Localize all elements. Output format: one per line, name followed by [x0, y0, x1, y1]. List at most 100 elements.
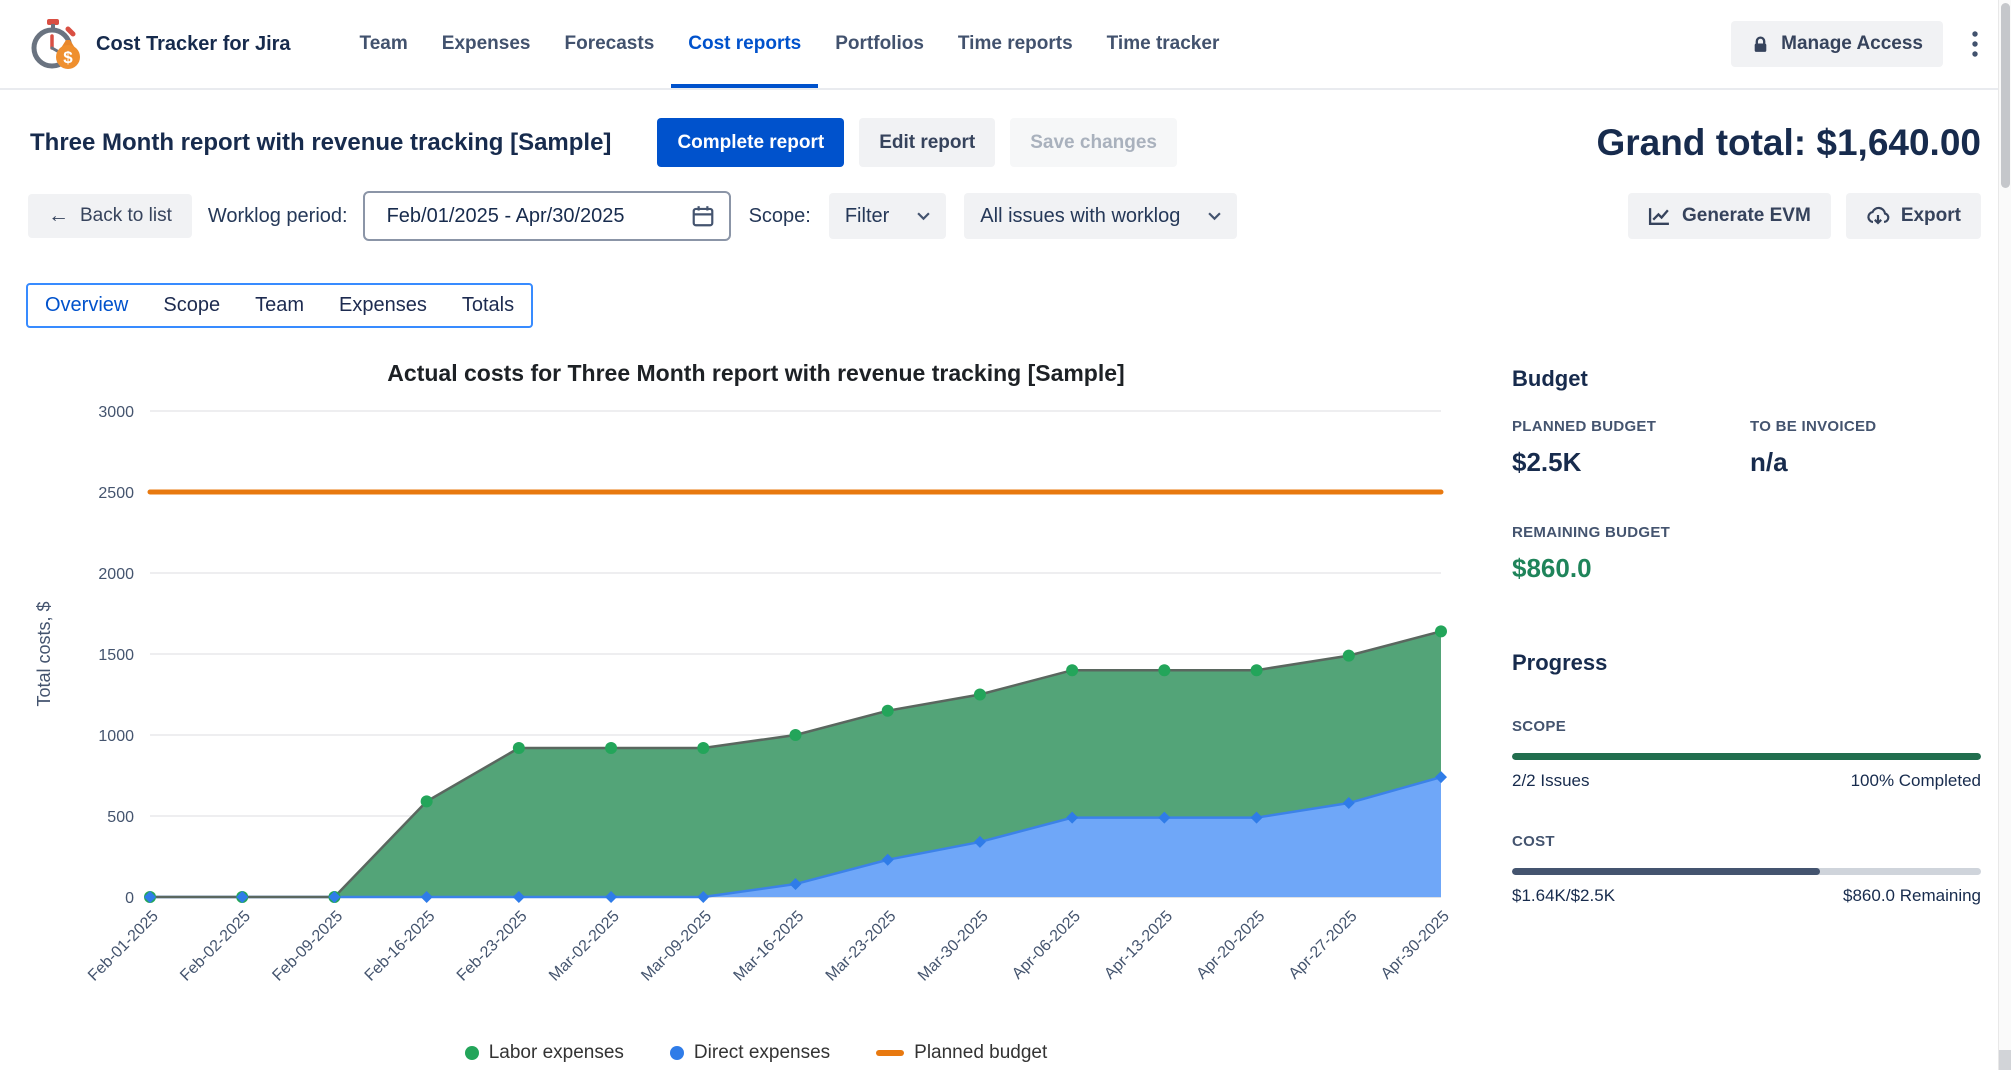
worklog-period-label: Worklog period:	[208, 205, 348, 228]
grand-total: Grand total: $1,640.00	[1596, 122, 1981, 164]
report-tabs: Overview Scope Team Expenses Totals	[26, 283, 533, 328]
to-be-invoiced-label: TO BE INVOICED	[1750, 418, 1981, 435]
chart-title: Actual costs for Three Month report with…	[26, 360, 1486, 387]
svg-text:Mar-16-2025: Mar-16-2025	[731, 908, 808, 985]
labor-legend-dot-icon	[465, 1046, 479, 1060]
app-title: Cost Tracker for Jira	[96, 33, 291, 56]
save-changes-button: Save changes	[1010, 118, 1177, 167]
chart-section: Actual costs for Three Month report with…	[26, 342, 1486, 1064]
svg-text:Feb-01-2025: Feb-01-2025	[85, 908, 162, 985]
legend-item-budget[interactable]: Planned budget	[876, 1042, 1047, 1064]
scope-filter-dropdown[interactable]: Filter	[829, 193, 946, 239]
nav-item-expenses[interactable]: Expenses	[425, 0, 548, 88]
back-arrow-icon: ←	[48, 204, 69, 228]
remaining-budget-label: REMAINING BUDGET	[1512, 524, 1981, 541]
scope-progress-track	[1512, 753, 1981, 760]
svg-text:Apr-20-2025: Apr-20-2025	[1193, 908, 1268, 983]
progress-heading: Progress	[1512, 650, 1981, 676]
tab-overview[interactable]: Overview	[45, 294, 128, 317]
edit-report-button[interactable]: Edit report	[859, 118, 995, 167]
chevron-down-icon	[1208, 212, 1221, 221]
svg-text:Mar-09-2025: Mar-09-2025	[638, 908, 715, 985]
tab-scope[interactable]: Scope	[163, 294, 220, 317]
kebab-menu-icon	[1971, 29, 1979, 59]
tab-team[interactable]: Team	[255, 294, 304, 317]
budget-legend-line-icon	[876, 1050, 904, 1056]
scope-issues-text: 2/2 Issues	[1512, 771, 1590, 791]
svg-text:2000: 2000	[98, 566, 134, 583]
budget-heading: Budget	[1512, 366, 1981, 392]
legend-item-direct[interactable]: Direct expenses	[670, 1042, 830, 1064]
svg-text:Feb-23-2025: Feb-23-2025	[454, 908, 531, 985]
scrollbar-thumb[interactable]	[2001, 3, 2010, 188]
svg-text:Apr-06-2025: Apr-06-2025	[1009, 908, 1084, 983]
tab-totals[interactable]: Totals	[462, 294, 514, 317]
svg-text:Mar-02-2025: Mar-02-2025	[546, 908, 623, 985]
svg-text:Feb-16-2025: Feb-16-2025	[362, 908, 439, 985]
app-logo-icon: $	[26, 18, 82, 70]
report-title: Three Month report with revenue tracking…	[30, 129, 611, 157]
cost-spent-text: $1.64K/$2.5K	[1512, 886, 1615, 906]
scope-progress-label: SCOPE	[1512, 718, 1981, 735]
chart-line-icon	[1648, 207, 1671, 226]
svg-text:Mar-30-2025: Mar-30-2025	[915, 908, 992, 985]
calendar-icon[interactable]	[691, 204, 715, 228]
planned-budget-value: $2.5K	[1512, 447, 1750, 478]
direct-legend-dot-icon	[670, 1046, 684, 1060]
legend-item-labor[interactable]: Labor expenses	[465, 1042, 624, 1064]
svg-text:$: $	[63, 48, 73, 67]
svg-text:Apr-27-2025: Apr-27-2025	[1286, 908, 1361, 983]
svg-text:1000: 1000	[98, 728, 134, 745]
cost-progress-track	[1512, 868, 1981, 875]
lock-icon	[1751, 35, 1770, 54]
scrollbar-corner	[1999, 1050, 2011, 1070]
generate-evm-button[interactable]: Generate EVM	[1628, 193, 1831, 239]
manage-access-button[interactable]: Manage Access	[1731, 21, 1943, 67]
cost-progress-fill	[1512, 868, 1820, 875]
complete-report-button[interactable]: Complete report	[657, 118, 844, 167]
back-to-list-button[interactable]: ← Back to list	[28, 194, 192, 238]
nav-item-time-tracker[interactable]: Time tracker	[1090, 0, 1237, 88]
cost-chart: 050010001500200025003000Feb-01-2025Feb-0…	[26, 389, 1486, 1037]
app-header: $ Cost Tracker for Jira Team Expenses Fo…	[0, 0, 2011, 90]
svg-text:0: 0	[125, 890, 134, 907]
svg-text:3000: 3000	[98, 404, 134, 421]
chevron-down-icon	[917, 212, 930, 221]
nav-item-portfolios[interactable]: Portfolios	[818, 0, 941, 88]
vertical-scrollbar[interactable]	[1998, 0, 2011, 1070]
svg-text:Apr-13-2025: Apr-13-2025	[1101, 908, 1176, 983]
nav-item-time-reports[interactable]: Time reports	[941, 0, 1090, 88]
chart-legend: Labor expenses Direct expenses Planned b…	[26, 1042, 1486, 1064]
worklog-period-input[interactable]	[387, 205, 681, 228]
tab-expenses[interactable]: Expenses	[339, 294, 427, 317]
main-content: Actual costs for Three Month report with…	[0, 342, 2011, 1064]
cloud-download-icon	[1866, 206, 1890, 226]
svg-text:Feb-02-2025: Feb-02-2025	[177, 908, 254, 985]
cost-progress-label: COST	[1512, 833, 1981, 850]
issues-scope-dropdown[interactable]: All issues with worklog	[964, 193, 1237, 239]
svg-text:Apr-30-2025: Apr-30-2025	[1378, 908, 1453, 983]
svg-text:2500: 2500	[98, 485, 134, 502]
scope-completed-text: 100% Completed	[1851, 771, 1981, 791]
more-options-button[interactable]	[1965, 23, 1985, 65]
remaining-budget-value: $860.0	[1512, 553, 1981, 584]
svg-text:1500: 1500	[98, 647, 134, 664]
nav-item-cost-reports[interactable]: Cost reports	[671, 0, 818, 88]
worklog-period-field[interactable]	[363, 191, 731, 241]
scope-progress-fill	[1512, 753, 1981, 760]
app-brand: $ Cost Tracker for Jira	[26, 0, 291, 88]
cost-remaining-text: $860.0 Remaining	[1843, 886, 1981, 906]
nav-item-forecasts[interactable]: Forecasts	[548, 0, 672, 88]
svg-text:Feb-09-2025: Feb-09-2025	[269, 908, 346, 985]
to-be-invoiced-value: n/a	[1750, 447, 1981, 478]
summary-sidebar: Budget PLANNED BUDGET $2.5K TO BE INVOIC…	[1512, 342, 1981, 1064]
nav-item-team[interactable]: Team	[343, 0, 425, 88]
report-bar: Three Month report with revenue tracking…	[0, 118, 2011, 167]
planned-budget-label: PLANNED BUDGET	[1512, 418, 1750, 435]
scope-label: Scope:	[749, 205, 811, 228]
export-button[interactable]: Export	[1846, 193, 1981, 239]
svg-text:Mar-23-2025: Mar-23-2025	[823, 908, 900, 985]
svg-text:Total costs, $: Total costs, $	[34, 601, 54, 706]
report-toolbar: ← Back to list Worklog period: Scope: Fi…	[0, 191, 2011, 241]
svg-text:500: 500	[107, 809, 134, 826]
